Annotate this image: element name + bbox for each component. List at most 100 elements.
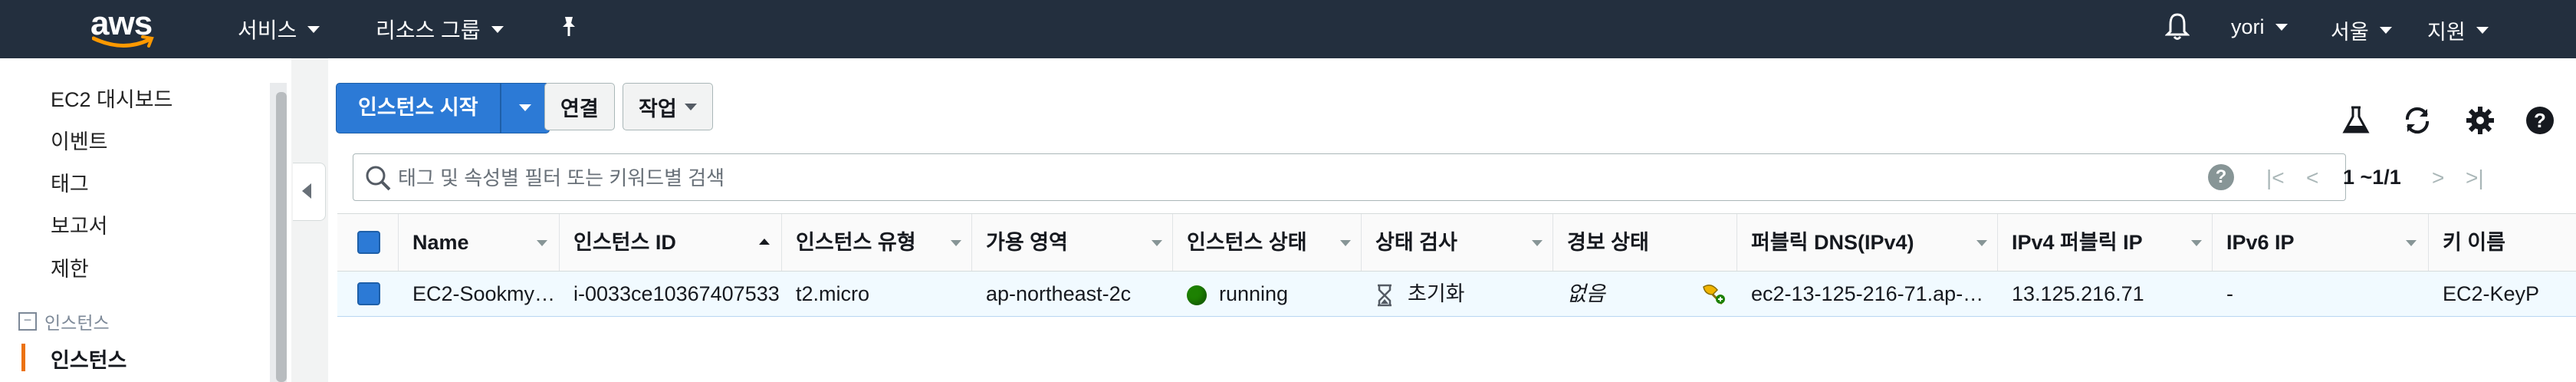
sort-ascending-icon <box>759 239 770 245</box>
cell-public-dns[interactable]: ec2-13-125-216-71.ap-… <box>1737 272 1998 316</box>
cell-instance-state: running <box>1173 272 1362 316</box>
sort-icon <box>951 240 961 246</box>
region-label: 서울 <box>2331 21 2369 44</box>
services-menu[interactable]: 서비스 <box>238 14 320 44</box>
table-row[interactable]: EC2-Sookmy… i-0033ce10367407533 t2.micro… <box>337 272 2576 317</box>
table-header: Name 인스턴스 ID 인스턴스 유형 가용 영역 인스턴스 상태 상태 검사… <box>337 213 2576 272</box>
chevron-down-icon <box>2379 27 2392 34</box>
last-page-icon[interactable]: >| <box>2466 166 2484 190</box>
pin-icon[interactable] <box>558 15 580 38</box>
column-header-public-dns-label: 퍼블릭 DNS(IPv4) <box>1751 231 1914 254</box>
instance-state-label: running <box>1219 282 1289 305</box>
connect-button[interactable]: 연결 <box>544 83 615 130</box>
chevron-down-icon <box>684 103 697 110</box>
column-header-instance-type[interactable]: 인스턴스 유형 <box>782 214 972 271</box>
gear-icon[interactable] <box>2464 104 2496 137</box>
hourglass-icon <box>1378 284 1392 307</box>
sidebar-item-events[interactable]: 이벤트 <box>51 125 108 155</box>
cell-instance-id[interactable]: i-0033ce10367407533 <box>560 272 782 316</box>
search-help-icon[interactable]: ? <box>2208 164 2234 190</box>
region-menu[interactable]: 서울 <box>2331 15 2392 45</box>
column-header-instance-state[interactable]: 인스턴스 상태 <box>1173 214 1362 271</box>
bell-icon[interactable] <box>2165 12 2190 41</box>
sort-icon <box>1152 240 1162 246</box>
collapse-minus-icon: − <box>18 312 37 331</box>
filter-search-bar <box>353 153 2346 201</box>
launch-instance-dropdown[interactable] <box>499 84 549 133</box>
search-icon <box>366 166 391 191</box>
column-header-availability-zone[interactable]: 가용 영역 <box>972 214 1173 271</box>
refresh-icon[interactable] <box>2401 104 2433 137</box>
column-header-instance-state-label: 인스턴스 상태 <box>1187 231 1307 254</box>
help-icon[interactable]: ? <box>2524 104 2556 137</box>
actions-button[interactable]: 작업 <box>623 83 713 130</box>
chevron-down-icon <box>307 25 320 33</box>
launch-instance-button-group: 인스턴스 시작 <box>336 83 550 133</box>
column-header-public-ip[interactable]: IPv4 퍼블릭 IP <box>1998 214 2213 271</box>
next-page-icon[interactable]: > <box>2432 166 2444 190</box>
aws-smile-icon <box>92 35 154 48</box>
column-header-name-label: Name <box>412 231 469 254</box>
support-menu[interactable]: 지원 <box>2427 15 2489 45</box>
sidebar-item-limits[interactable]: 제한 <box>51 252 89 282</box>
chevron-down-icon <box>2476 27 2489 34</box>
first-page-icon[interactable]: |< <box>2266 166 2285 190</box>
aws-logo[interactable]: aws <box>90 5 159 49</box>
column-header-instance-id[interactable]: 인스턴스 ID <box>560 214 782 271</box>
active-indicator <box>21 344 25 371</box>
cell-key-name: EC2-KeyP <box>2443 282 2540 305</box>
resource-groups-menu[interactable]: 리소스 그룹 <box>376 14 504 44</box>
column-header-key-name-label: 키 이름 <box>2443 231 2506 254</box>
column-header-instance-type-label: 인스턴스 유형 <box>796 231 916 254</box>
chevron-down-icon <box>491 25 504 33</box>
sidebar-item-reports[interactable]: 보고서 <box>51 209 108 239</box>
sort-icon <box>537 240 547 246</box>
search-input[interactable] <box>396 160 2239 196</box>
cell-status-check: 초기화 <box>1362 272 1553 316</box>
cell-instance-type: t2.micro <box>796 282 870 305</box>
column-header-instance-id-label: 인스턴스 ID <box>573 231 676 254</box>
column-header-status-check[interactable]: 상태 검사 <box>1362 214 1553 271</box>
column-header-alarm-status[interactable]: 경보 상태 <box>1553 214 1737 271</box>
sidebar-item-ec2-dashboard[interactable]: EC2 대시보드 <box>51 83 172 113</box>
cell-name[interactable]: EC2-Sookmy… <box>399 272 560 316</box>
launch-instance-button[interactable]: 인스턴스 시작 <box>337 84 500 133</box>
pagination-label: 1 ~1/1 <box>2343 166 2401 189</box>
cell-alarm-status: 없음 <box>1553 272 1737 316</box>
actions-label: 작업 <box>639 97 677 120</box>
chevron-down-icon <box>2275 24 2288 31</box>
cell-availability-zone: ap-northeast-2c <box>986 282 1132 305</box>
top-navigation-bar: aws 서비스 리소스 그룹 yori 서울 지원 <box>0 0 2576 58</box>
column-header-availability-zone-label: 가용 영역 <box>986 231 1068 254</box>
column-header-public-ip-label: IPv4 퍼블릭 IP <box>2012 231 2143 254</box>
support-label: 지원 <box>2427 21 2466 44</box>
sidebar-section-label: 인스턴스 <box>44 313 110 333</box>
chevron-left-icon <box>302 183 311 199</box>
sort-icon <box>1340 240 1351 246</box>
row-checkbox[interactable] <box>357 282 380 305</box>
column-header-name[interactable]: Name <box>399 214 560 271</box>
sort-icon <box>2191 240 2202 246</box>
column-header-key-name[interactable]: 키 이름 <box>2429 214 2576 271</box>
create-alarm-icon[interactable] <box>1700 281 1727 307</box>
flask-icon[interactable] <box>2340 104 2372 137</box>
user-menu[interactable]: yori <box>2231 15 2288 39</box>
collapse-sidebar-button[interactable] <box>293 163 326 221</box>
prev-page-icon[interactable]: < <box>2306 166 2318 190</box>
sidebar-section-instances[interactable]: − 인스턴스 <box>18 308 110 334</box>
resource-groups-label: 리소스 그룹 <box>376 18 481 42</box>
cell-public-ip[interactable]: 13.125.216.71 <box>1998 272 2213 316</box>
svg-text:?: ? <box>2534 109 2546 132</box>
instances-table: Name 인스턴스 ID 인스턴스 유형 가용 영역 인스턴스 상태 상태 검사… <box>337 213 2576 321</box>
sidebar-scrollbar-thumb[interactable] <box>276 92 287 382</box>
sidebar-item-instances[interactable]: 인스턴스 <box>51 344 127 374</box>
column-header-public-dns[interactable]: 퍼블릭 DNS(IPv4) <box>1737 214 1998 271</box>
sidebar-item-tags[interactable]: 태그 <box>51 167 89 197</box>
column-header-ipv6[interactable]: IPv6 IP <box>2213 214 2429 271</box>
services-label: 서비스 <box>238 18 297 42</box>
alarm-status-label: 없음 <box>1567 282 1605 305</box>
select-all-checkbox[interactable] <box>357 231 380 254</box>
column-header-alarm-status-label: 경보 상태 <box>1567 231 1649 254</box>
row-select-cell <box>337 272 399 316</box>
sort-icon <box>1532 240 1543 246</box>
